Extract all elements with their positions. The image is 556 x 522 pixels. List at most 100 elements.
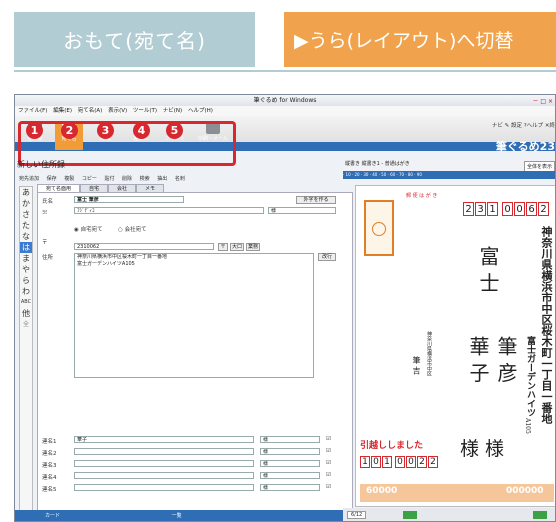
- family-label-3: 連名3: [42, 463, 57, 469]
- external-char-button[interactable]: 外字を作る: [296, 196, 336, 204]
- kana-a[interactable]: あ: [20, 187, 32, 198]
- toolbar-right-links[interactable]: ナビ ✎ 設定 ?ヘルプ ✕終: [492, 121, 555, 129]
- next-page-button[interactable]: [533, 511, 547, 519]
- zip-lookup-button[interactable]: 〒: [218, 243, 228, 251]
- family-honorific-2[interactable]: 様: [260, 448, 320, 455]
- menu-address[interactable]: 宛て名(A): [78, 108, 103, 114]
- step-number-2: 2: [61, 122, 78, 139]
- kana-ta[interactable]: た: [20, 220, 32, 231]
- family-label-5: 連名5: [42, 487, 57, 493]
- preview-ruler: · 10 · 20 · 30 · 40 · 50 · 60 · 70 · 80 …: [343, 171, 555, 179]
- zip-large-button[interactable]: 大口: [230, 243, 244, 251]
- kana-ka[interactable]: か: [20, 198, 32, 209]
- menu-help[interactable]: ヘルプ(H): [188, 108, 213, 114]
- search-button[interactable]: 検索: [140, 176, 150, 182]
- duplicate-button[interactable]: 複製: [64, 176, 74, 182]
- postcard-header: 郵 便 は が き: [406, 193, 438, 199]
- family-check-1[interactable]: ☑: [326, 436, 331, 442]
- menu-tools[interactable]: ツール(T): [133, 108, 157, 114]
- kana-abc[interactable]: ABC: [20, 297, 32, 308]
- window-controls[interactable]: － □ ×: [532, 96, 553, 105]
- tab-front-address[interactable]: おもて(宛て名): [14, 12, 255, 67]
- kana-ha[interactable]: は: [20, 242, 32, 253]
- to-zip-digit: 3: [475, 202, 486, 216]
- family-honorific-1[interactable]: 様: [260, 436, 320, 443]
- family-check-4[interactable]: ☑: [326, 472, 331, 478]
- family-honorific-5[interactable]: 様: [260, 484, 320, 491]
- company-radio[interactable]: ○ 会社宛て: [118, 225, 147, 233]
- reading-field[interactable]: ﾌｼﾞﾃﾞｨｺ: [74, 207, 264, 214]
- kana-all[interactable]: 全: [20, 319, 32, 330]
- stamp-icon: [372, 222, 386, 236]
- stamp-image: [364, 200, 394, 256]
- menu-navi[interactable]: ナビ(N): [163, 108, 182, 114]
- home-radio[interactable]: ◉ 自宅宛て: [74, 225, 103, 233]
- kana-other[interactable]: 他: [20, 308, 32, 319]
- page-indicator[interactable]: 6/12: [347, 511, 367, 519]
- menu-view[interactable]: 表示(V): [108, 108, 127, 114]
- save-button[interactable]: 保存: [47, 176, 57, 182]
- address-field[interactable]: 神奈川県横浜市中区桜木町一丁目一番地 富士ガーデンハイツA105: [74, 253, 314, 378]
- sender-name: 筆 吉: [412, 356, 421, 375]
- app-window: 筆ぐるめ for Windows － □ × ファイル(F) 編集(E) 宛て名…: [14, 94, 556, 522]
- paste-button[interactable]: 貼付: [104, 176, 114, 182]
- honorific-select[interactable]: 様: [268, 207, 336, 214]
- family-field-3[interactable]: [74, 460, 254, 467]
- menu-file[interactable]: ファイル(F): [18, 108, 47, 114]
- banner-divider: [14, 70, 556, 72]
- to-address: 神奈川県横浜市中区桜木町一丁目一番地: [540, 226, 553, 424]
- zip-field[interactable]: 2310062: [74, 243, 214, 250]
- prev-page-button[interactable]: [403, 511, 417, 519]
- family-check-2[interactable]: ☑: [326, 448, 331, 454]
- family-check-3[interactable]: ☑: [326, 460, 331, 466]
- family-label-2: 連名2: [42, 451, 57, 457]
- reading-label: ﾖﾐ: [42, 210, 48, 216]
- add-entry-button[interactable]: 宛先追加: [19, 176, 39, 182]
- list-view-tab[interactable]: 一覧: [172, 513, 182, 519]
- card-view-tab[interactable]: カード: [45, 513, 60, 519]
- family-honorific-3[interactable]: 様: [260, 460, 320, 467]
- from-zip-digit: 1: [360, 456, 370, 468]
- kana-na[interactable]: な: [20, 231, 32, 242]
- family-field-2[interactable]: [74, 448, 254, 455]
- copy-button[interactable]: コピー: [82, 176, 97, 182]
- kana-ya[interactable]: や: [20, 264, 32, 275]
- filter-button[interactable]: 抽出: [157, 176, 167, 182]
- from-zip-digit: 0: [371, 456, 381, 468]
- to-address-room: A105: [524, 418, 531, 434]
- tab-back-layout-switch[interactable]: ▶うら(レイアウト)へ切替: [284, 12, 556, 67]
- delete-button[interactable]: 削除: [122, 176, 132, 182]
- family-field-4[interactable]: [74, 472, 254, 479]
- step-number-4: 4: [133, 122, 150, 139]
- business-card-button[interactable]: 名刺: [175, 176, 185, 182]
- family-label-4: 連名4: [42, 475, 57, 481]
- panel-title: 新しい住所録: [17, 160, 65, 169]
- family-field-1[interactable]: 華子: [74, 436, 254, 443]
- to-zip-digit: 2: [538, 202, 549, 216]
- to-zip-digit: 0: [514, 202, 525, 216]
- family-label-1: 連名1: [42, 439, 57, 445]
- kana-sa[interactable]: さ: [20, 209, 32, 220]
- to-zip-digit: 0: [502, 202, 513, 216]
- preview-header: 縦書き 縦書き1 - 普通はがき 全体を表示: [343, 159, 555, 174]
- kana-ra[interactable]: ら: [20, 275, 32, 286]
- name-label: 氏名: [42, 199, 54, 205]
- zip-business-button[interactable]: 業務: [246, 243, 260, 251]
- kana-ma[interactable]: ま: [20, 253, 32, 264]
- family-field-5[interactable]: [74, 484, 254, 491]
- step-number-3: 3: [97, 122, 114, 139]
- from-zip-digit: 1: [382, 456, 392, 468]
- postcard-preview: 郵 便 は が き 2 3 1 0 0 6 2 神奈川県横浜市中区桜木町一丁目一…: [355, 185, 555, 507]
- step-number-1: 1: [26, 122, 43, 139]
- family-honorific-4[interactable]: 様: [260, 472, 320, 479]
- newline-button[interactable]: 改行: [318, 253, 336, 261]
- from-zip-digit: 2: [417, 456, 427, 468]
- family-check-5[interactable]: ☑: [326, 484, 331, 490]
- left-status-bar: カード 一覧: [15, 510, 355, 521]
- form-tabs: 宛て名面用 自宅 会社 メモ: [37, 184, 253, 194]
- step-number-5: 5: [166, 122, 183, 139]
- from-zip-digit: 0: [406, 456, 416, 468]
- kana-wa[interactable]: わ: [20, 286, 32, 297]
- menu-edit[interactable]: 編集(E): [53, 108, 72, 114]
- name-field[interactable]: 富士 筆彦: [74, 196, 184, 203]
